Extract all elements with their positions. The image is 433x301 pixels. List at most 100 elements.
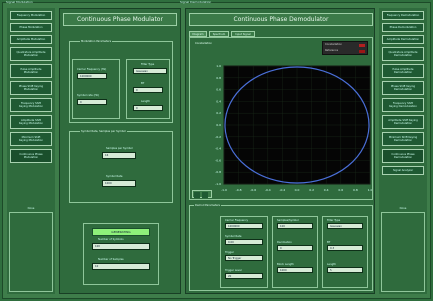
y-tick-label: -0.2 xyxy=(215,135,221,139)
y-tick-label: 1.0 xyxy=(216,64,221,68)
num-symbols-label: Number of Symbols xyxy=(98,238,124,241)
x-tick-label: -1.0 xyxy=(221,188,227,192)
bt-field[interactable]: 0 xyxy=(133,87,163,93)
left-nav-item[interactable]: Amplitude Modulation xyxy=(10,35,52,44)
carrier-field[interactable]: 1000000 xyxy=(77,73,107,79)
modulation-params-label: Modulation Parameters xyxy=(80,40,113,43)
num-symbols-field[interactable]: 100 xyxy=(92,243,150,250)
x-tick-label: -0.2 xyxy=(279,188,285,192)
left-nav-item[interactable]: Frequency Shift Keying Modulation xyxy=(10,98,52,112)
left-nav-item[interactable]: Amplitude Shift Keying Modulation xyxy=(10,115,52,129)
demod-params-label: Demod Parameters xyxy=(194,204,222,207)
left-nav-item[interactable]: Quadrature Amplitude Modulation xyxy=(10,47,52,61)
demod-r3-field[interactable]: 5 xyxy=(327,267,363,273)
modulation-params-group: Modulation Parameters Carrier Frequency … xyxy=(69,40,173,123)
demod-p4-label: Trigger Level xyxy=(225,269,242,272)
y-tick-label: 0.0 xyxy=(216,123,221,127)
demod-p1-field[interactable]: 1000000 xyxy=(225,223,263,229)
legend-swatch xyxy=(359,44,365,47)
left-nav: Frequency Modulation Phase Modulation Ampl… xyxy=(7,8,55,294)
left-nav-item[interactable]: Phase Modulation xyxy=(10,23,52,32)
right-nav-empty-panel xyxy=(381,212,425,292)
bt-label: BT xyxy=(141,82,145,85)
left-nav-item[interactable]: Pulse Amplitude Modulation xyxy=(10,64,52,78)
right-nav-item[interactable]: Amplitude Shift Keying Demodulation xyxy=(382,115,424,129)
modulator-title: Continuous Phase Modulator xyxy=(63,13,177,26)
demod-m2-field[interactable]: 0 xyxy=(277,245,313,251)
demod-r1-select[interactable]: Gaussian xyxy=(327,223,363,229)
plot-tools[interactable] xyxy=(192,190,212,198)
pan-icon[interactable] xyxy=(202,192,208,198)
demod-p1-label: Carrier Frequency xyxy=(225,219,249,222)
y-tick-label: 0.8 xyxy=(216,76,221,80)
demod-params-group: Demod Parameters Carrier Frequency 10000… xyxy=(189,204,373,291)
demod-r2-label: BT xyxy=(327,241,331,244)
legend-item-constellation: Constellation xyxy=(325,43,343,46)
legend-item-reference: Reference xyxy=(325,49,339,52)
zoom-icon[interactable] xyxy=(194,192,200,198)
left-nav-item[interactable]: Minimum Shift Keying Modulation xyxy=(10,132,52,146)
symbols-group: Symbol Rate, Samples per Symbol Samples … xyxy=(69,130,173,203)
right-nav-item[interactable]: Frequency Demodulation xyxy=(382,11,424,20)
x-tick-label: 0.0 xyxy=(295,188,300,192)
demod-m1-field[interactable]: 100 xyxy=(277,223,313,229)
y-tick-label: 0.4 xyxy=(216,99,221,103)
demod-p4-field[interactable]: 20 xyxy=(225,273,263,279)
carrier-subgroup: Carrier Frequency (Hz) 1000000 Symbol ra… xyxy=(72,59,120,119)
symbol-rate2-field[interactable]: 1000 xyxy=(102,180,136,187)
right-nav-item[interactable]: Frequency Shift Keying Demodulation xyxy=(382,98,424,112)
demodulator-pane: Continuous Phase Demodulator Diagram Spe… xyxy=(185,8,375,294)
demod-r2-field[interactable]: 0.3 xyxy=(327,245,363,251)
symbol-rate2-label: Symbol Rate xyxy=(106,175,123,178)
right-nav-item[interactable]: Signal Analyzer xyxy=(382,166,424,175)
x-tick-label: 0.8 xyxy=(353,188,358,192)
left-nav-item[interactable]: Continuous Phase Modulation xyxy=(10,149,52,163)
x-tick-label: 1.0 xyxy=(368,188,372,192)
demodulator-title: Continuous Phase Demodulator xyxy=(189,13,373,26)
right-window-title: Signal Demodulation xyxy=(180,0,212,4)
left-nav-item[interactable]: Phase Shift Keying Modulation xyxy=(10,81,52,95)
tab-area: Diagram Spectrum Input Signal Constellat… xyxy=(189,31,373,201)
symbol-rate-field[interactable]: 0 xyxy=(77,99,107,105)
demod-p2-field[interactable]: 0.00 xyxy=(225,239,263,245)
right-nav: Frequency Demodulation Phase Demodulation… xyxy=(379,8,427,294)
right-nav-item[interactable]: Quadrature Amplitude Demodulation xyxy=(382,47,424,61)
samples-per-symbol-field[interactable]: 16 xyxy=(102,152,136,159)
left-nav-item[interactable]: Frequency Modulation xyxy=(10,11,52,20)
y-tick-label: -0.8 xyxy=(215,170,221,174)
filter-subgroup: Filter Type Gaussian BT 0 Length 0 xyxy=(126,59,170,119)
right-nav-item[interactable]: Phase Demodulation xyxy=(382,23,424,32)
right-nav-item[interactable]: Continuous Phase Demodulation xyxy=(382,149,424,163)
right-nav-item[interactable]: Amplitude Demodulation xyxy=(382,35,424,44)
num-samples-label: Number of Samples xyxy=(98,258,124,261)
x-tick-label: -0.8 xyxy=(236,188,242,192)
filter-select[interactable]: Gaussian xyxy=(133,68,167,74)
demod-r1-label: Filter Type xyxy=(327,219,341,222)
modulator-pane: Continuous Phase Modulator Modulation Pa… xyxy=(59,8,181,294)
samples-per-symbol-label: Samples per Symbol xyxy=(106,147,133,150)
filter-label: Filter Type xyxy=(141,63,155,66)
demod-r3-label: Length xyxy=(327,263,336,266)
demod-right-subgroup: Filter Type Gaussian BT 0.3 Length 5 xyxy=(322,216,368,288)
right-nav-footer: Done xyxy=(399,207,407,210)
y-tick-label: -1.0 xyxy=(215,182,221,186)
y-tick-label: 0.2 xyxy=(216,111,221,115)
diagram-panel: Constellation Constellation Reference 1.… xyxy=(189,37,373,200)
length-field[interactable]: 0 xyxy=(133,105,163,111)
right-nav-item[interactable]: Minimum Shift Keying Demodulation xyxy=(382,132,424,146)
demod-m3-field[interactable]: 1000 xyxy=(277,267,313,273)
x-tick-label: 0.2 xyxy=(309,188,314,192)
right-nav-item[interactable]: Pulse Amplitude Demodulation xyxy=(382,64,424,78)
constellation-label: Constellation xyxy=(194,42,214,45)
carrier-label: Carrier Frequency (Hz) xyxy=(77,68,107,71)
demod-p3-label: Trigger xyxy=(225,251,234,254)
demod-p3-select[interactable]: No Trigger xyxy=(225,255,263,261)
symbols-label: Symbol Rate, Samples per Symbol xyxy=(80,130,127,133)
right-nav-item[interactable]: Phase Shift Keying Demodulation xyxy=(382,81,424,95)
length-label: Length xyxy=(141,100,150,103)
num-samples-field[interactable]: 10 xyxy=(92,263,150,270)
generating-button[interactable]: GENERATING xyxy=(92,228,150,236)
left-window-title: Signal Modulation xyxy=(6,0,33,4)
symbol-rate-label: Symbol rate (Hz) xyxy=(77,94,99,97)
demod-mid-subgroup: Samples/Symbol 100 Decimation 0 Block Le… xyxy=(272,216,318,288)
